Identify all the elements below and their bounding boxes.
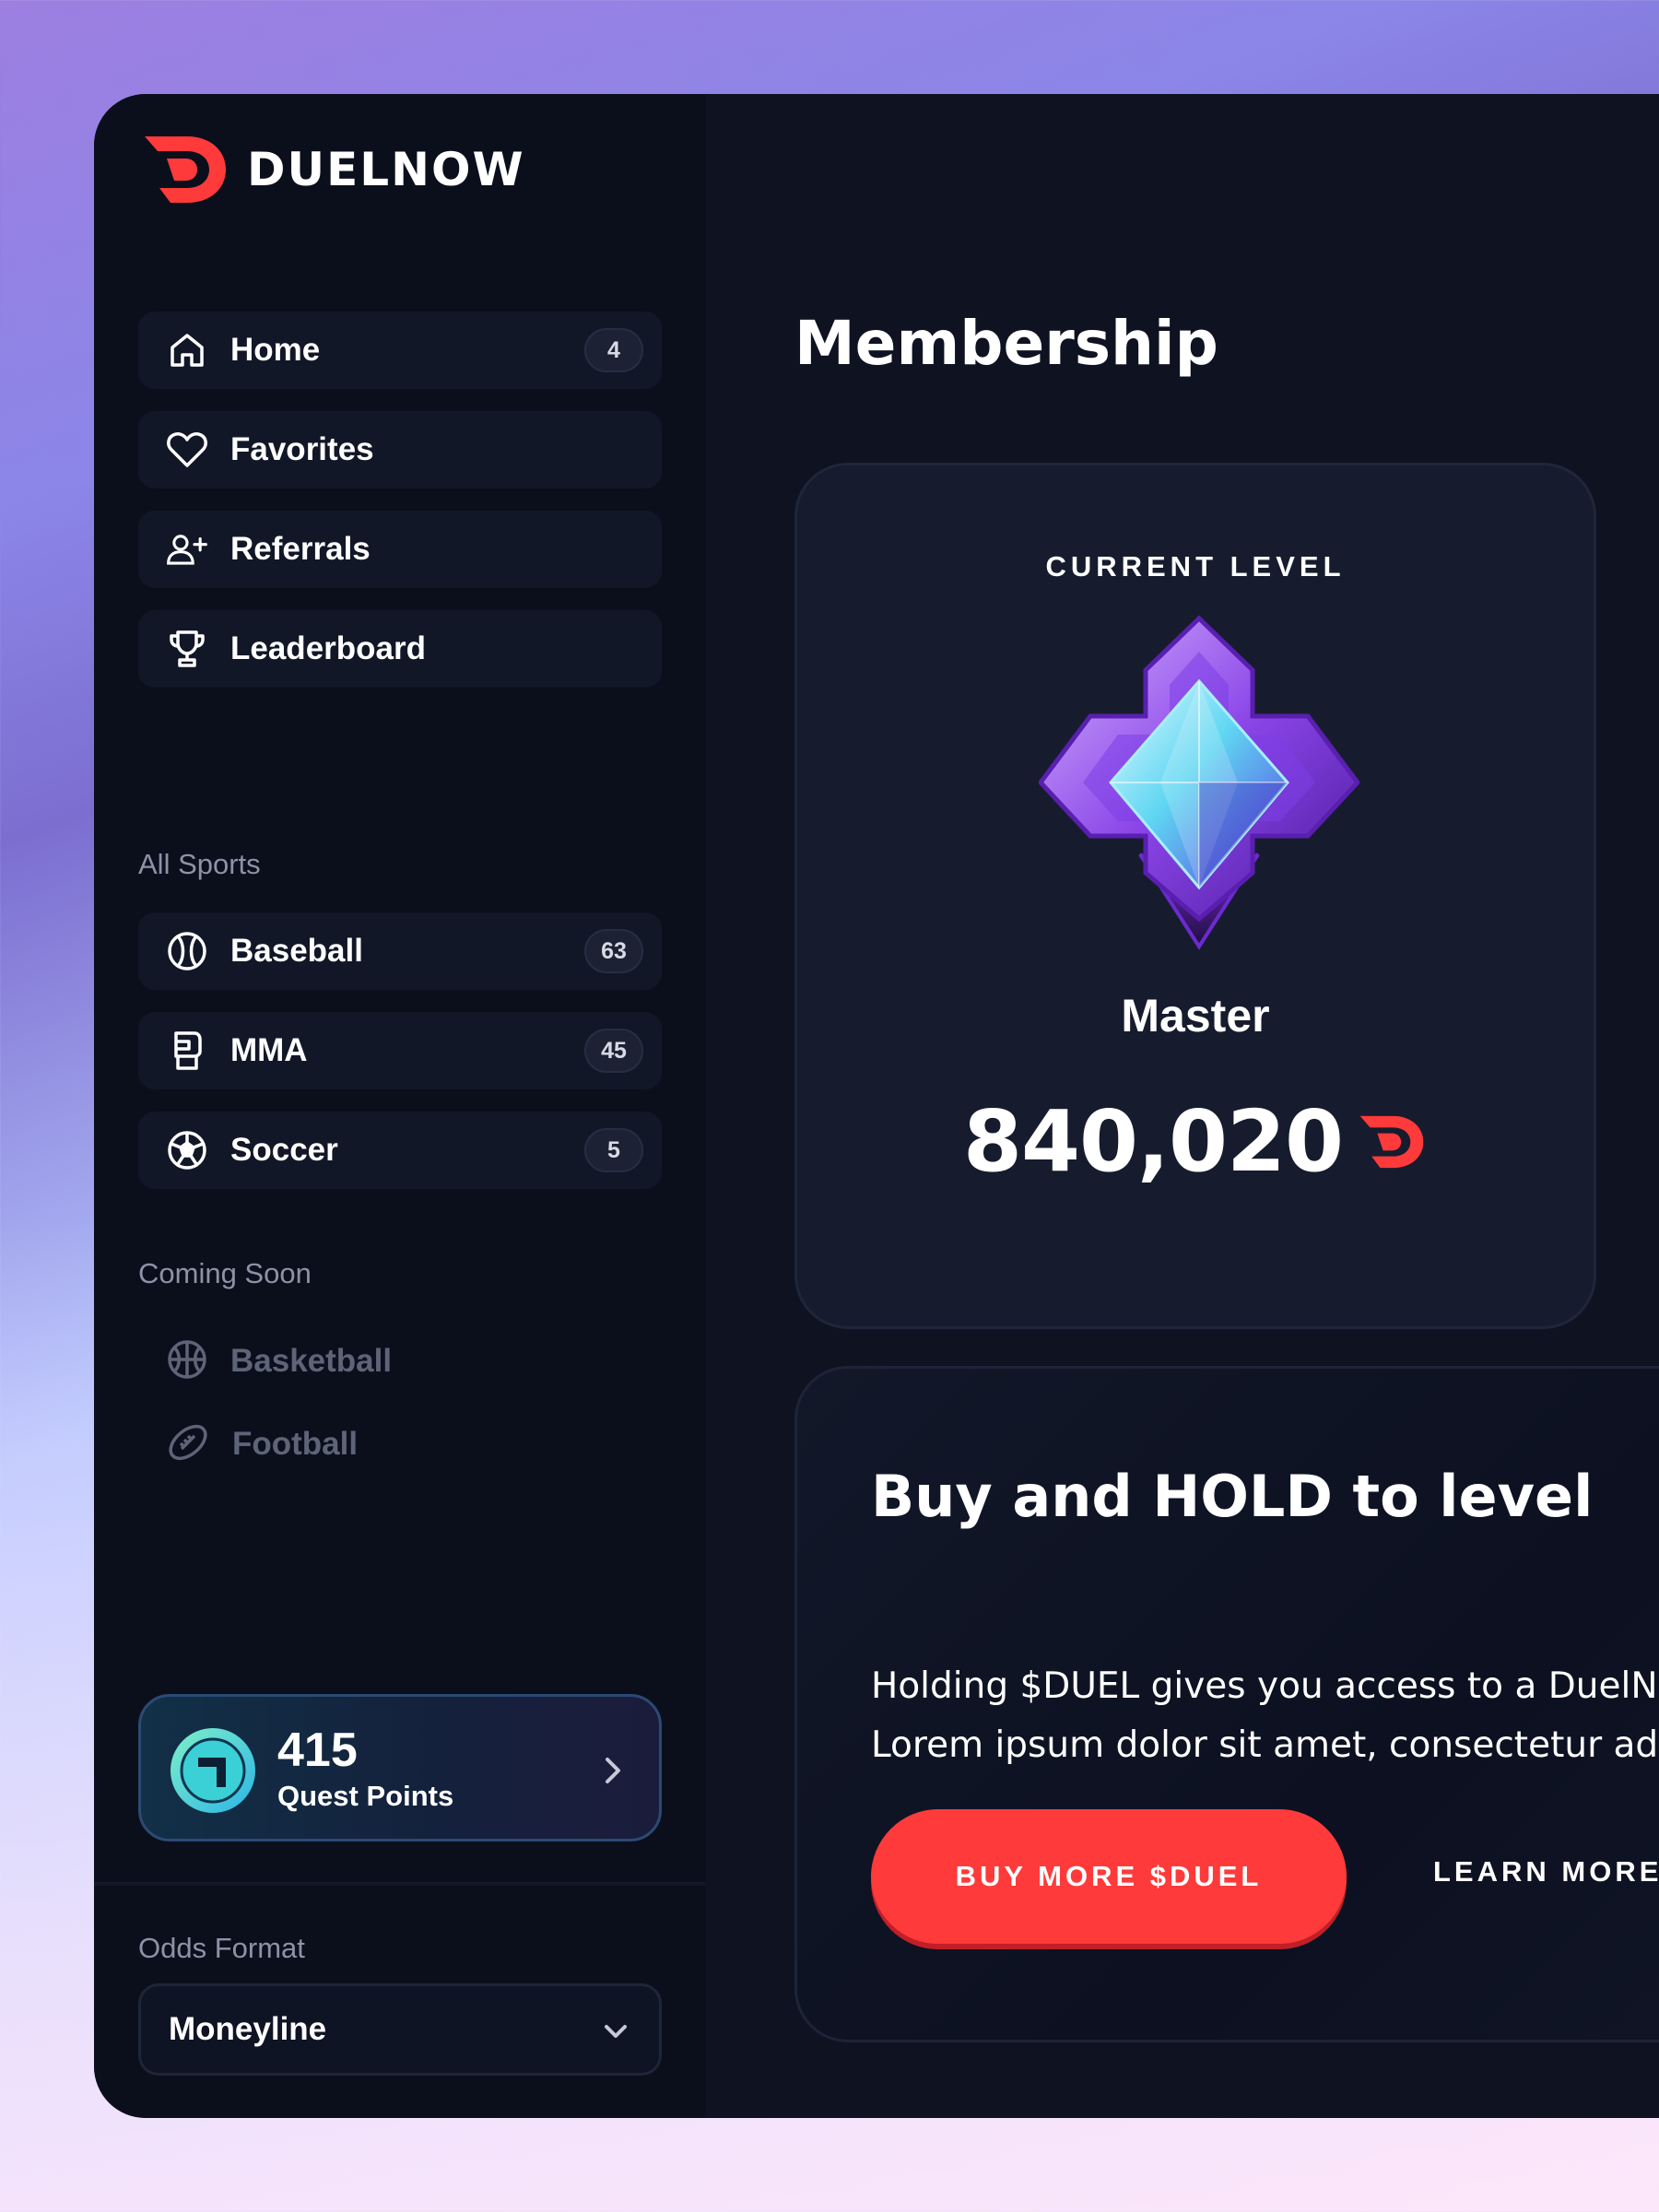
home-icon <box>166 329 208 371</box>
trophy-icon <box>166 628 208 670</box>
sidebar: DUELNOW Home 4 Favorites Referrals Leade… <box>94 94 706 2118</box>
heart-icon <box>166 429 208 471</box>
duel-token-icon <box>1359 1115 1424 1168</box>
current-level-card: CURRENT LEVEL Master 840,020 <box>794 463 1596 1329</box>
sidebar-item-basketball: Basketball <box>138 1329 662 1394</box>
duelnow-logo-icon <box>145 136 226 203</box>
main-content: Membership CURRENT LEVEL Master 840,020 … <box>706 94 1659 2118</box>
duel-balance: 840,020 <box>797 1092 1594 1191</box>
sidebar-item-mma[interactable]: MMA 45 <box>138 1012 662 1089</box>
quest-points-value: 415 <box>277 1724 358 1777</box>
nav-item-home[interactable]: Home 4 <box>138 312 662 389</box>
sidebar-item-label: Soccer <box>230 1132 338 1168</box>
brand-name: DUELNOW <box>247 143 525 196</box>
nav-item-label: Favorites <box>230 431 374 467</box>
sidebar-item-label: Football <box>232 1426 359 1462</box>
nav-item-label: Leaderboard <box>230 630 426 666</box>
sidebar-item-football: Football <box>138 1412 662 1477</box>
soccer-ball-icon <box>166 1129 208 1171</box>
odds-format-label: Odds Format <box>138 1932 305 1964</box>
odds-format-value: Moneyline <box>169 2011 327 2047</box>
count-badge: 63 <box>584 929 643 973</box>
section-title-coming-soon: Coming Soon <box>138 1257 312 1289</box>
page-title: Membership <box>794 308 1218 379</box>
promo-text-line-1: Holding $DUEL gives you access to a Duel… <box>871 1665 1659 1707</box>
duel-balance-value: 840,020 <box>962 1092 1344 1191</box>
buy-more-duel-button[interactable]: BUY MORE $DUEL <box>871 1809 1347 1944</box>
user-plus-icon <box>166 528 208 571</box>
hold-promo-card: Buy and HOLD to level Holding $DUEL give… <box>794 1366 1659 2042</box>
nav-item-favorites[interactable]: Favorites <box>138 411 662 488</box>
odds-format-select[interactable]: Moneyline <box>138 1983 662 2076</box>
count-badge: 4 <box>584 328 643 372</box>
promo-text-line-2: Lorem ipsum dolor sit amet, consectetur … <box>871 1724 1659 1766</box>
app-window: DUELNOW Home 4 Favorites Referrals Leade… <box>94 94 1659 2118</box>
sidebar-item-soccer[interactable]: Soccer 5 <box>138 1112 662 1189</box>
nav-item-referrals[interactable]: Referrals <box>138 511 662 588</box>
sidebar-item-label: Basketball <box>230 1343 393 1379</box>
section-title-all-sports: All Sports <box>138 848 261 880</box>
promo-title: Buy and HOLD to level <box>871 1463 1594 1530</box>
quest-coin-icon <box>171 1728 255 1813</box>
nav-item-label: Home <box>230 332 321 368</box>
logo[interactable]: DUELNOW <box>138 131 525 208</box>
master-gem-icon <box>1039 615 1359 950</box>
count-badge: 5 <box>584 1128 643 1172</box>
sidebar-item-baseball[interactable]: Baseball 63 <box>138 912 662 990</box>
sidebar-item-label: MMA <box>230 1032 308 1068</box>
sidebar-item-label: Baseball <box>230 933 363 969</box>
count-badge: 45 <box>584 1029 643 1073</box>
sidebar-divider <box>94 1882 706 1886</box>
learn-more-button[interactable]: LEARN MORE <box>1433 1855 1659 1888</box>
football-icon <box>166 1421 210 1468</box>
quest-points-label: Quest Points <box>277 1780 454 1812</box>
quest-points-card[interactable]: 415 Quest Points <box>138 1694 662 1841</box>
boxing-glove-icon <box>166 1030 208 1072</box>
nav-item-leaderboard[interactable]: Leaderboard <box>138 610 662 688</box>
chevron-down-icon <box>605 2025 627 2038</box>
level-name: Master <box>1121 990 1270 1041</box>
current-level-kicker: CURRENT LEVEL <box>1045 550 1346 582</box>
chevron-right-icon <box>606 1758 620 1783</box>
baseball-icon <box>166 930 208 972</box>
nav-item-label: Referrals <box>230 531 371 567</box>
basketball-icon <box>166 1338 208 1385</box>
